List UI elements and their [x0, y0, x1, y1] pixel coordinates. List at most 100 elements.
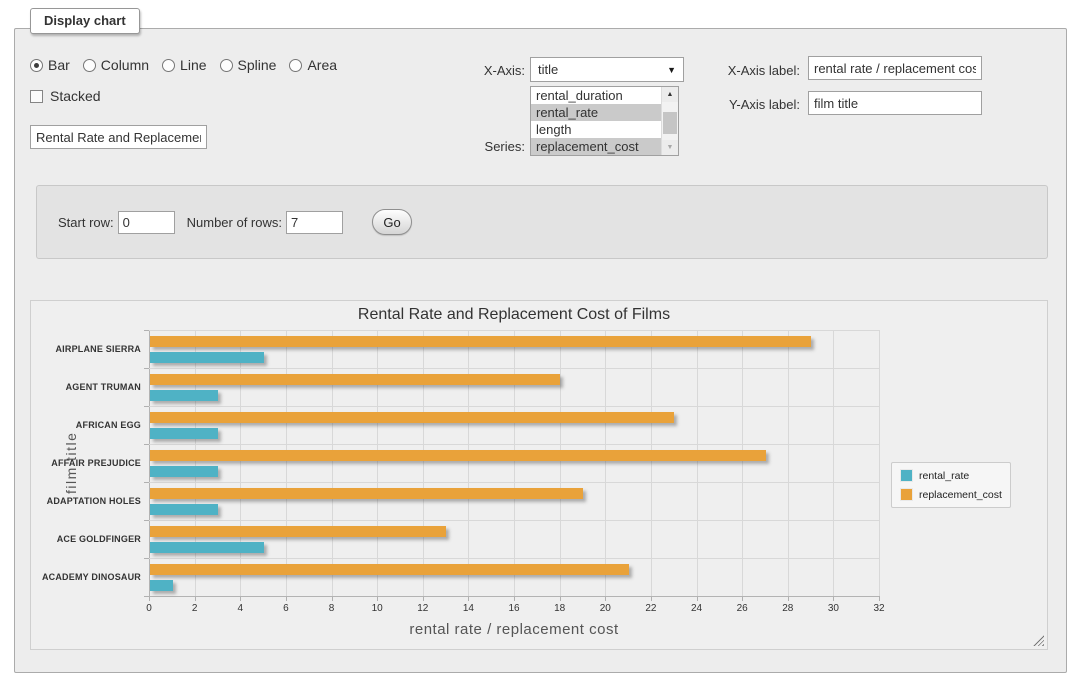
series-listbox[interactable]: rental_duration rental_rate length repla…	[530, 86, 679, 156]
gridline-horizontal	[149, 330, 879, 331]
x-axis-select-label: X-Axis:	[430, 63, 525, 78]
radio-area-icon[interactable]	[289, 59, 302, 72]
gridline-horizontal	[149, 520, 879, 521]
bar-rental_rate[interactable]	[150, 504, 218, 515]
series-option-replacement-cost[interactable]: replacement_cost	[531, 138, 661, 155]
scroll-up-icon[interactable]: ▲	[662, 87, 678, 102]
legend-item-replacement_cost[interactable]: replacement_cost	[900, 488, 1002, 501]
category-label: AFFAIR PREJUDICE	[31, 458, 141, 468]
bar-replacement_cost[interactable]	[150, 564, 629, 575]
gridline-vertical	[332, 330, 333, 596]
gridline-vertical	[468, 330, 469, 596]
go-button[interactable]: Go	[372, 209, 412, 235]
series-option-rental-duration[interactable]: rental_duration	[531, 87, 661, 104]
gridline-vertical	[195, 330, 196, 596]
x-axis-selected-value: title	[538, 62, 558, 77]
x-axis-tick-label: 14	[453, 603, 483, 614]
legend-label: rental_rate	[919, 470, 969, 482]
category-label: AFRICAN EGG	[31, 420, 141, 430]
bar-rental_rate[interactable]	[150, 390, 218, 401]
legend-item-rental_rate[interactable]: rental_rate	[900, 469, 1002, 482]
start-row-label: Start row:	[58, 215, 114, 230]
bar-rental_rate[interactable]	[150, 352, 264, 363]
radio-option-line[interactable]: Line	[162, 57, 206, 73]
listbox-scrollbar[interactable]: ▲ ▼	[661, 87, 678, 155]
stacked-checkbox-row[interactable]: Stacked	[30, 88, 101, 104]
x-axis-tick-label: 16	[499, 603, 529, 614]
radio-spline-icon[interactable]	[220, 59, 233, 72]
bar-replacement_cost[interactable]	[150, 412, 674, 423]
bar-rental_rate[interactable]	[150, 580, 173, 591]
chart-legend: rental_rate replacement_cost	[891, 462, 1011, 508]
bar-replacement_cost[interactable]	[150, 488, 583, 499]
gridline-vertical	[560, 330, 561, 596]
x-axis-select[interactable]: title ▼	[530, 57, 684, 82]
category-label: ACE GOLDFINGER	[31, 534, 141, 544]
bar-replacement_cost[interactable]	[150, 526, 446, 537]
gridline-horizontal	[149, 596, 879, 597]
radio-option-spline[interactable]: Spline	[220, 57, 277, 73]
x-axis-tick-label: 28	[773, 603, 803, 614]
x-axis-tick-label: 10	[362, 603, 392, 614]
bar-rental_rate[interactable]	[150, 542, 264, 553]
legend-swatch-icon	[900, 469, 913, 482]
y-axis-tick	[144, 330, 149, 331]
gridline-vertical	[742, 330, 743, 596]
y-axis-tick	[144, 406, 149, 407]
y-axis-label-label: Y-Axis label:	[700, 97, 800, 112]
stacked-checkbox[interactable]	[30, 90, 43, 103]
category-label: ADAPTATION HOLES	[31, 496, 141, 506]
x-axis-tick	[879, 596, 880, 601]
gridline-vertical	[286, 330, 287, 596]
scroll-down-icon[interactable]: ▼	[662, 140, 678, 155]
category-label: AIRPLANE SIERRA	[31, 344, 141, 354]
start-row-input[interactable]	[118, 211, 175, 234]
x-axis-tick-label: 2	[180, 603, 210, 614]
radio-option-column[interactable]: Column	[83, 57, 149, 73]
gridline-vertical	[697, 330, 698, 596]
chart-type-radio-group: Bar Column Line Spline Area	[30, 57, 337, 73]
radio-column-icon[interactable]	[83, 59, 96, 72]
bar-replacement_cost[interactable]	[150, 374, 560, 385]
legend-label: replacement_cost	[919, 489, 1002, 501]
bar-replacement_cost[interactable]	[150, 450, 766, 461]
radio-line-icon[interactable]	[162, 59, 175, 72]
radio-option-bar[interactable]: Bar	[30, 57, 70, 73]
bar-rental_rate[interactable]	[150, 428, 218, 439]
x-axis-label-label: X-Axis label:	[700, 63, 800, 78]
x-axis-title: rental rate / replacement cost	[149, 621, 879, 638]
radio-column-label: Column	[101, 57, 149, 73]
radio-bar-label: Bar	[48, 57, 70, 73]
fieldset-legend: Display chart	[30, 8, 140, 34]
gridline-vertical	[833, 330, 834, 596]
x-axis-tick-label: 12	[408, 603, 438, 614]
row-controls-panel: Start row: Number of rows: Go	[36, 185, 1048, 259]
x-axis-label-input[interactable]	[808, 56, 982, 80]
y-axis-label-input[interactable]	[808, 91, 982, 115]
resize-handle[interactable]	[1033, 635, 1044, 646]
series-select-label: Series:	[430, 139, 525, 154]
bar-replacement_cost[interactable]	[150, 336, 811, 347]
chart-title: Rental Rate and Replacement Cost of Film…	[149, 306, 879, 324]
gridline-horizontal	[149, 482, 879, 483]
gridline-vertical	[605, 330, 606, 596]
radio-option-area[interactable]: Area	[289, 57, 337, 73]
number-of-rows-input[interactable]	[286, 211, 343, 234]
gridline-vertical	[240, 330, 241, 596]
x-axis-tick-label: 0	[134, 603, 164, 614]
chart-title-input[interactable]	[30, 125, 207, 149]
x-axis-tick-label: 8	[317, 603, 347, 614]
x-axis-tick-label: 20	[590, 603, 620, 614]
x-axis-tick-label: 4	[225, 603, 255, 614]
series-option-length[interactable]: length	[531, 121, 661, 138]
y-axis-tick	[144, 596, 149, 597]
series-option-rental-rate[interactable]: rental_rate	[531, 104, 661, 121]
scrollbar-thumb[interactable]	[663, 112, 677, 134]
y-axis-tick	[144, 368, 149, 369]
gridline-horizontal	[149, 368, 879, 369]
bar-rental_rate[interactable]	[150, 466, 218, 477]
gridline-horizontal	[149, 444, 879, 445]
radio-bar-icon[interactable]	[30, 59, 43, 72]
category-label: AGENT TRUMAN	[31, 382, 141, 392]
gridline-vertical	[788, 330, 789, 596]
